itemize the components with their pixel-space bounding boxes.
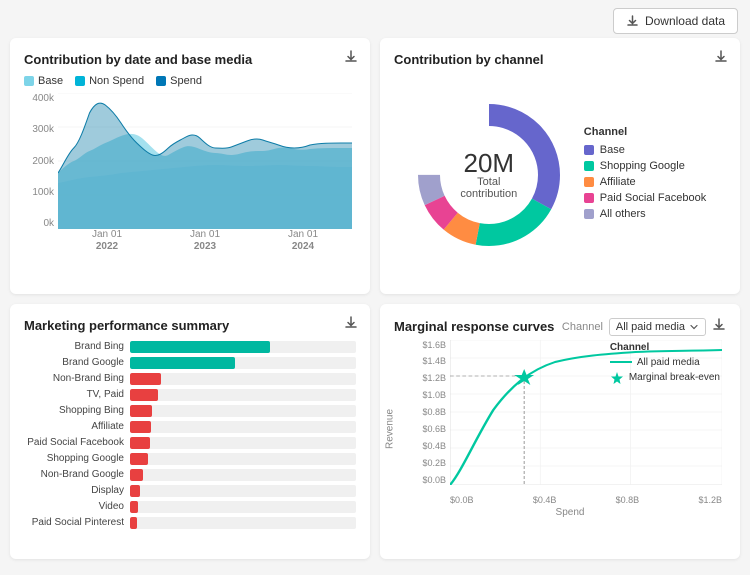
card1-download-icon[interactable]	[344, 50, 358, 67]
card-marketing-perf: Marketing performance summary Brand Bing…	[10, 304, 370, 560]
mrc-y-labels: $1.6B $1.4B $1.2B $1.0B $0.8B $0.6B $0.4…	[414, 340, 446, 485]
card1-title: Contribution by date and base media	[24, 52, 356, 67]
revenue-axis-label: Revenue	[385, 408, 396, 448]
donut-chart: 20M Total contribution	[414, 100, 564, 250]
mrc-legend-breakeven: Marginal break-even	[610, 371, 720, 385]
bar-row: Video	[24, 501, 356, 513]
donut-section: 20M Total contribution Channel Base Shop…	[394, 75, 726, 275]
marginal-header: Marginal response curves Channel All pai…	[394, 318, 726, 336]
legend-spend: Spend	[156, 75, 202, 87]
card-contribution-date: Contribution by date and base media Base…	[10, 38, 370, 294]
mrc-outer: Revenue $1.6B $1.4B $1.2B $1.0B $0.8B $0…	[394, 340, 726, 518]
card1-legend: Base Non Spend Spend	[24, 75, 356, 87]
bar-row: Display	[24, 485, 356, 497]
bar-row: Shopping Bing	[24, 405, 356, 417]
chart-svg-area	[58, 93, 352, 229]
legend-channel-affiliate: Affiliate	[584, 176, 706, 188]
legend-nonspend: Non Spend	[75, 75, 144, 87]
bar-chart: Brand Bing Brand Google Non-Brand Bing TV, …	[24, 341, 356, 529]
bar-row: TV, Paid	[24, 389, 356, 401]
channel-legend: Channel Base Shopping Google Affiliate P…	[584, 126, 706, 224]
area-chart-svg	[58, 93, 352, 229]
mrc-x-labels: $0.0B $0.4B $0.8B $1.2B	[450, 495, 722, 505]
legend-channel-others: All others	[584, 208, 706, 220]
donut-center: 20M Total contribution	[451, 150, 526, 200]
legend-spend-color	[156, 76, 166, 86]
card3-title: Marketing performance summary	[24, 318, 356, 333]
y-axis-labels: 400k 300k 200k 100k 0k	[24, 93, 54, 229]
card3-download-icon[interactable]	[344, 316, 358, 333]
legend-base-color	[24, 76, 34, 86]
mrc-chart-container: $1.6B $1.4B $1.2B $1.0B $0.8B $0.6B $0.4…	[414, 340, 726, 505]
chevron-down-icon	[689, 322, 699, 332]
area-chart: 400k 300k 200k 100k 0k	[24, 93, 356, 253]
mrc-legend: Channel All paid media Marginal break-ev…	[610, 342, 720, 388]
bar-row: Shopping Google	[24, 453, 356, 465]
legend-channel-psf: Paid Social Facebook	[584, 192, 706, 204]
star-icon	[610, 371, 624, 385]
download-icon	[626, 15, 639, 28]
bar-row: Paid Social Pinterest	[24, 517, 356, 529]
legend-nonspend-color	[75, 76, 85, 86]
spend-axis-label: Spend	[414, 507, 726, 518]
legend-base: Base	[24, 75, 63, 87]
card2-title: Contribution by channel	[394, 52, 726, 67]
bar-row: Brand Bing	[24, 341, 356, 353]
bar-row: Non-Brand Bing	[24, 373, 356, 385]
mrc-legend-allpaid: All paid media	[610, 357, 720, 368]
line-icon	[610, 358, 632, 366]
card4-title: Marginal response curves	[394, 319, 554, 334]
bar-row: Non-Brand Google	[24, 469, 356, 481]
bar-row: Brand Google	[24, 357, 356, 369]
card-contribution-channel: Contribution by channel	[380, 38, 740, 294]
legend-channel-shopping-google: Shopping Google	[584, 160, 706, 172]
card4-download-icon[interactable]	[712, 318, 726, 335]
card-marginal-response: Marginal response curves Channel All pai…	[380, 304, 740, 560]
dashboard: Contribution by date and base media Base…	[0, 38, 750, 569]
bar-row: Paid Social Facebook	[24, 437, 356, 449]
bar-row: Affiliate	[24, 421, 356, 433]
card2-download-icon[interactable]	[714, 50, 728, 67]
download-data-button[interactable]: Download data	[613, 8, 738, 34]
legend-channel-base: Base	[584, 144, 706, 156]
channel-label: Channel	[562, 321, 603, 333]
channel-selector[interactable]: All paid media	[609, 318, 706, 336]
x-axis-labels: Jan 012022 Jan 012023 Jan 012024	[58, 229, 352, 253]
